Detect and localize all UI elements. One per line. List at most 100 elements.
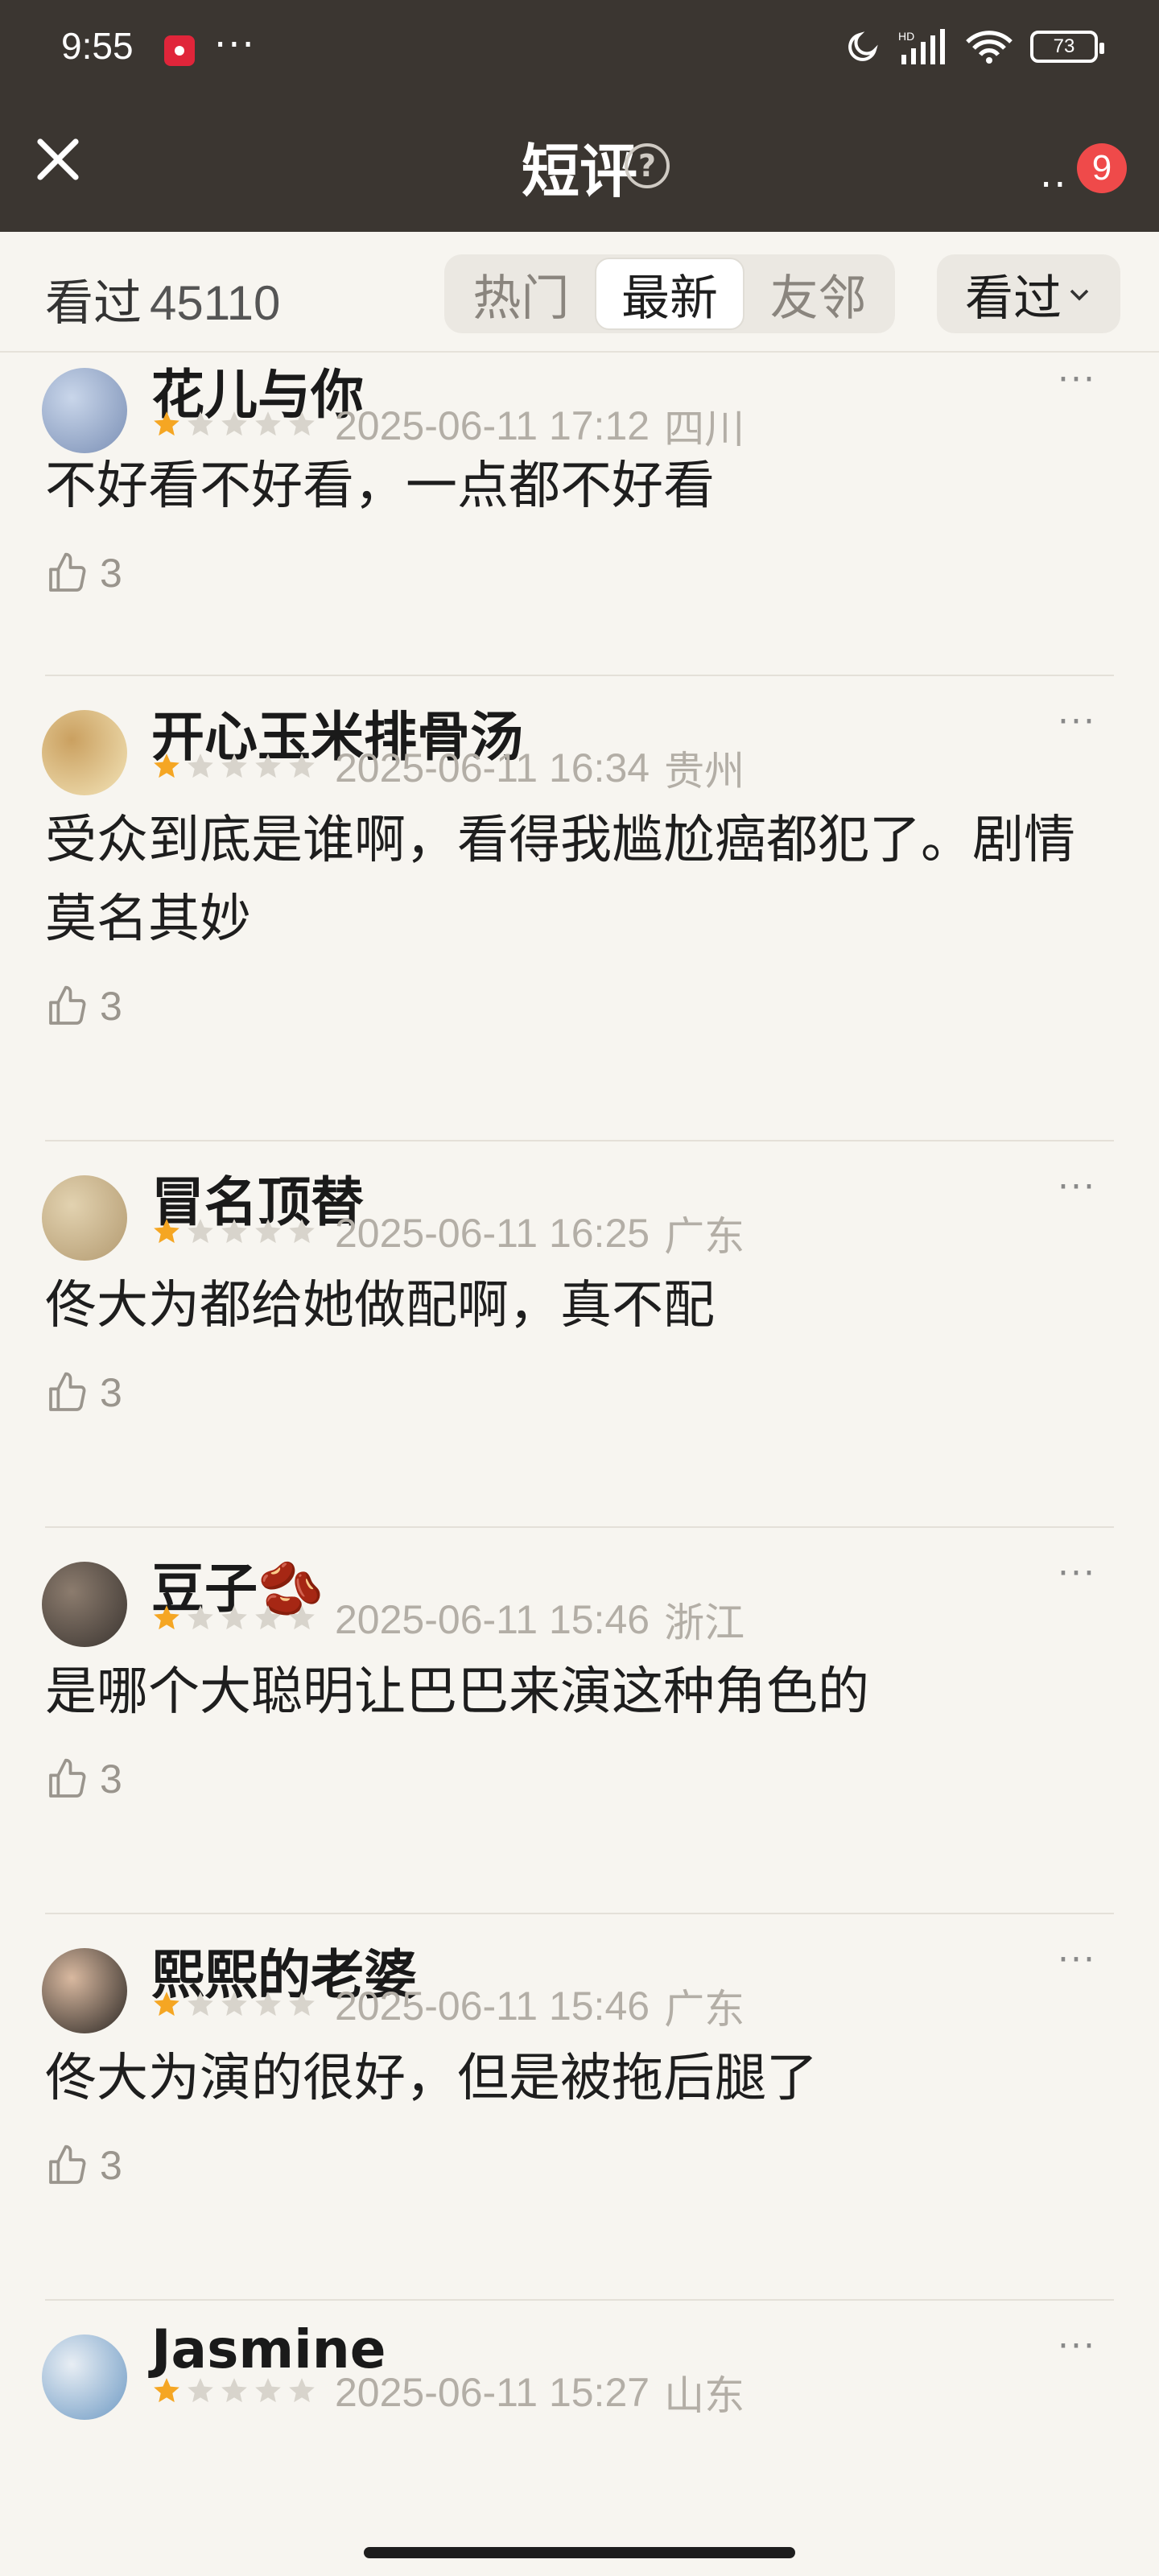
star-empty-icon bbox=[219, 2376, 250, 2409]
rating-stars bbox=[151, 1603, 317, 1637]
watched-filter-dropdown[interactable]: 看过 bbox=[937, 254, 1120, 333]
star-empty-icon bbox=[287, 751, 317, 785]
page-title: 短评 bbox=[521, 138, 637, 205]
star-filled-icon bbox=[151, 2376, 182, 2409]
star-empty-icon bbox=[219, 751, 250, 785]
star-empty-icon bbox=[287, 1989, 317, 2023]
like-count: 3 bbox=[100, 551, 122, 596]
more-options-icon[interactable]: ··· bbox=[1058, 1170, 1106, 1205]
review-item[interactable]: 花儿与你 2025-06-11 17:12 四川 ··· 不好看不好看，一点都不好看 3 bbox=[0, 354, 1159, 676]
review-region: 山东 bbox=[664, 2373, 745, 2418]
review-item[interactable]: 冒名顶替 2025-06-11 16:25 广东 ··· 佟大为都给她做配啊，真不配 3 bbox=[0, 1141, 1159, 1528]
review-date: 2025-06-11 16:25 bbox=[335, 1211, 650, 1256]
more-options-icon[interactable]: ··· bbox=[1058, 1556, 1106, 1591]
review-date: 2025-06-11 15:27 bbox=[335, 2370, 650, 2415]
star-empty-icon bbox=[253, 1603, 283, 1637]
review-region: 浙江 bbox=[664, 1600, 745, 1645]
review-meta: 2025-06-11 16:34 贵州 bbox=[151, 739, 744, 797]
like-count: 3 bbox=[100, 984, 122, 1029]
wifi-icon bbox=[966, 29, 1013, 64]
star-empty-icon bbox=[185, 1989, 216, 2023]
star-empty-icon bbox=[219, 1989, 250, 2023]
thumbs-up-icon bbox=[49, 552, 86, 592]
thumbs-up-icon bbox=[49, 1758, 86, 1798]
star-empty-icon bbox=[253, 2376, 283, 2409]
thumbs-up-icon bbox=[49, 2145, 86, 2184]
review-date: 2025-06-11 15:46 bbox=[335, 1597, 650, 1642]
review-region: 广东 bbox=[664, 1987, 745, 2032]
tab-hot[interactable]: 热门 bbox=[448, 258, 595, 330]
rating-stars bbox=[151, 1989, 317, 2023]
more-options-icon[interactable]: ··· bbox=[1058, 2329, 1106, 2364]
status-right-icons: HD 73 bbox=[845, 29, 1104, 64]
like-button[interactable]: 3 bbox=[45, 1369, 122, 1416]
review-meta: 2025-06-11 15:46 浙江 bbox=[151, 1591, 744, 1649]
thumbs-up-icon bbox=[49, 985, 86, 1025]
like-count: 3 bbox=[100, 1370, 122, 1415]
star-filled-icon bbox=[151, 1989, 182, 2023]
tab-friends[interactable]: 友邻 bbox=[744, 258, 892, 330]
review-list: 花儿与你 2025-06-11 17:12 四川 ··· 不好看不好看，一点都不好看 3 开… bbox=[0, 354, 1159, 2512]
user-avatar[interactable] bbox=[42, 2334, 127, 2420]
watched-number: 45110 bbox=[150, 276, 281, 330]
question-circle-icon[interactable]: ? bbox=[625, 143, 670, 188]
home-indicator[interactable] bbox=[364, 2547, 795, 2558]
more-notifications-icon: ··· bbox=[214, 23, 256, 68]
like-button[interactable]: 3 bbox=[45, 983, 122, 1030]
status-time: 9:55 bbox=[61, 25, 134, 67]
more-options-icon[interactable]: ··· bbox=[1058, 362, 1106, 398]
more-options-icon[interactable]: ··· bbox=[1058, 704, 1106, 740]
signal-icon: HD bbox=[898, 29, 948, 64]
watched-filter-label: 看过 bbox=[965, 270, 1062, 327]
review-item[interactable]: 豆子🫘 2025-06-11 15:46 浙江 ··· 是哪个大聪明让巴巴来演这种角色的… bbox=[0, 1528, 1159, 1914]
review-meta: 2025-06-11 16:25 广东 bbox=[151, 1204, 744, 1262]
rating-stars bbox=[151, 409, 317, 443]
user-avatar[interactable] bbox=[42, 1948, 127, 2033]
thumbs-up-icon bbox=[49, 1372, 86, 1411]
sort-tabs: 热门 最新 友邻 bbox=[444, 254, 895, 333]
rating-stars bbox=[151, 1216, 317, 1250]
review-item[interactable]: Jasmine 2025-06-11 15:27 山东 ··· bbox=[0, 2301, 1159, 2512]
like-button[interactable]: 3 bbox=[45, 550, 122, 597]
review-text: 佟大为演的很好，但是被拖后腿了 bbox=[45, 2049, 818, 2108]
more-button[interactable]: ·· 9 bbox=[1038, 126, 1135, 208]
tab-latest[interactable]: 最新 bbox=[594, 258, 745, 330]
chevron-down-icon bbox=[1070, 289, 1089, 301]
star-filled-icon bbox=[151, 1216, 182, 1250]
user-avatar[interactable] bbox=[42, 710, 127, 795]
top-bar: 9:55 ··· HD 73 短评 ? ·· 9 bbox=[0, 0, 1159, 232]
star-empty-icon bbox=[253, 751, 283, 785]
more-dots-icon: ·· bbox=[1040, 163, 1068, 208]
star-empty-icon bbox=[185, 409, 216, 443]
filter-bar: 看过 45110 热门 最新 友邻 看过 bbox=[0, 232, 1159, 353]
user-avatar[interactable] bbox=[42, 1562, 127, 1647]
review-date: 2025-06-11 16:34 bbox=[335, 745, 650, 791]
like-button[interactable]: 3 bbox=[45, 2142, 122, 2189]
like-button[interactable]: 3 bbox=[45, 1756, 122, 1802]
star-empty-icon bbox=[253, 1216, 283, 1250]
star-empty-icon bbox=[219, 1216, 250, 1250]
review-region: 贵州 bbox=[664, 749, 745, 794]
star-empty-icon bbox=[287, 1603, 317, 1637]
review-region: 广东 bbox=[664, 1214, 745, 1259]
more-options-icon[interactable]: ··· bbox=[1058, 1942, 1106, 1978]
star-filled-icon bbox=[151, 409, 182, 443]
review-text: 是哪个大聪明让巴巴来演这种角色的 bbox=[45, 1662, 869, 1722]
like-count: 3 bbox=[100, 1757, 122, 1802]
battery-level: 73 bbox=[1053, 35, 1075, 57]
app-notification-icon bbox=[164, 35, 195, 66]
star-empty-icon bbox=[287, 409, 317, 443]
rating-stars bbox=[151, 2376, 317, 2409]
user-avatar[interactable] bbox=[42, 368, 127, 453]
notification-badge: 9 bbox=[1077, 143, 1127, 193]
svg-text:HD: HD bbox=[898, 30, 914, 43]
review-item[interactable]: 熙熙的老婆 2025-06-11 15:46 广东 ··· 佟大为演的很好，但是被拖后腿… bbox=[0, 1914, 1159, 2301]
review-item[interactable]: 开心玉米排骨汤 2025-06-11 16:34 贵州 ··· 受众到底是谁啊，看得我尴… bbox=[0, 676, 1159, 1141]
star-empty-icon bbox=[287, 1216, 317, 1250]
review-text: 不好看不好看，一点都不好看 bbox=[45, 456, 715, 516]
status-bar: 9:55 ··· HD 73 bbox=[0, 0, 1159, 100]
review-meta: 2025-06-11 15:27 山东 bbox=[151, 2363, 744, 2421]
review-meta: 2025-06-11 15:46 广东 bbox=[151, 1977, 744, 2035]
star-empty-icon bbox=[253, 409, 283, 443]
user-avatar[interactable] bbox=[42, 1175, 127, 1261]
